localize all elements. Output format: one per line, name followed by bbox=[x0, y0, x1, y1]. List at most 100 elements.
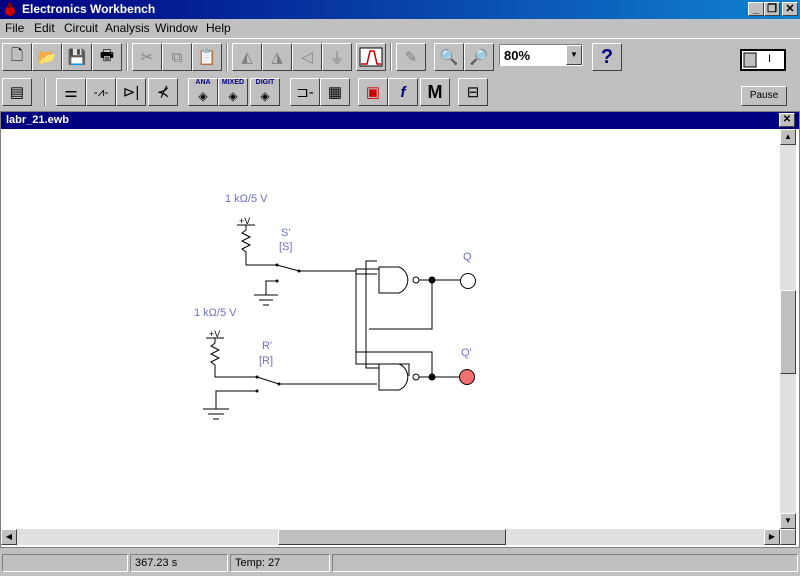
scroll-up-icon[interactable]: ▲ bbox=[780, 129, 796, 145]
top-pullup-resistor[interactable] bbox=[240, 225, 277, 266]
miscellaneous-bin-button[interactable]: M bbox=[420, 78, 450, 106]
flip-horizontal-button[interactable]: ◮ bbox=[262, 43, 292, 71]
scissors-icon: ✂ bbox=[140, 49, 154, 66]
top-source-label: 1 kΩ/5 V bbox=[225, 193, 268, 205]
switch-s[interactable] bbox=[275, 263, 301, 283]
digital-ics-bin-button[interactable]: DIGIT ◈ bbox=[250, 78, 280, 106]
switch-s-key: [S] bbox=[279, 241, 292, 253]
horizontal-scroll-thumb[interactable] bbox=[278, 529, 506, 545]
misc-icon: M bbox=[427, 81, 443, 102]
close-button[interactable]: ✕ bbox=[782, 2, 798, 16]
ground-icon: ⏚ bbox=[329, 49, 345, 67]
indicators-bin-button[interactable]: ▣ bbox=[358, 78, 388, 106]
print-button[interactable]: 🖶 bbox=[92, 43, 122, 71]
parts-bin-toolbar: ▤ ⚌ -⩘- ⊳| ⊀ ANA ◈ MIXED ◈ DIGIT ◈ ⊐- ▦ ▣ f… bbox=[0, 76, 800, 110]
scroll-right-icon[interactable]: ▶ bbox=[764, 529, 780, 545]
circuit-schematic: 1 kΩ/5 V +V S' [S] 1 kΩ/5 V +V R' [R] Q … bbox=[194, 193, 476, 420]
pause-button[interactable]: Pause bbox=[741, 86, 787, 106]
nand-gate-top[interactable] bbox=[378, 266, 462, 294]
circuit-window-title-bar: labr_21.ewb ✕ bbox=[1, 112, 799, 129]
app-logo-icon bbox=[3, 2, 18, 17]
menu-bar: File Edit Circuit Analysis Window Help bbox=[0, 19, 800, 38]
flip-vertical-icon: ◁ bbox=[301, 49, 313, 66]
zoom-value: 80% bbox=[504, 48, 531, 63]
and-gate-icon: ⊐- bbox=[296, 84, 314, 101]
help-button[interactable]: ? bbox=[592, 43, 622, 71]
analog-tag: ANA bbox=[195, 79, 211, 86]
circuit-window-close-button[interactable]: ✕ bbox=[779, 113, 795, 127]
new-file-button[interactable]: 🗋 bbox=[2, 43, 32, 71]
app-title-bar: Electronics Workbench _ ❐ ✕ bbox=[0, 0, 800, 19]
zoom-out-button[interactable]: 🔍 bbox=[434, 43, 464, 71]
open-file-button[interactable]: 📂 bbox=[32, 43, 62, 71]
graph-icon bbox=[359, 47, 383, 67]
main-toolbar: 🗋 📂 💾 🖶 ✂ ⧉ 📋 ◭ ◮ ◁ ⏚ ✎ 🔍 🔎 80% ▼ ? I bbox=[0, 38, 800, 77]
nand-gate-bottom[interactable] bbox=[378, 363, 461, 391]
transistors-bin-button[interactable]: ⊀ bbox=[148, 78, 178, 106]
flipflop-icon: ▦ bbox=[327, 84, 343, 101]
create-subcircuit-button[interactable] bbox=[356, 43, 386, 71]
function-icon: f bbox=[400, 83, 406, 101]
chevron-down-icon[interactable]: ▼ bbox=[566, 45, 582, 65]
menu-window[interactable]: Window bbox=[155, 21, 198, 35]
zoom-select[interactable]: 80% ▼ bbox=[499, 44, 583, 66]
restore-button[interactable]: ❐ bbox=[764, 2, 780, 16]
rotate-button[interactable]: ◭ bbox=[232, 43, 262, 71]
status-panel-time: 367.23 s bbox=[130, 554, 228, 572]
bottom-pullup-resistor[interactable] bbox=[209, 338, 257, 378]
power-switch[interactable]: I bbox=[740, 49, 786, 71]
output-qbar-label: Q' bbox=[461, 347, 472, 359]
new-file-icon: 🗋 bbox=[10, 46, 24, 64]
mixed-ics-bin-button[interactable]: MIXED ◈ bbox=[218, 78, 248, 106]
description-button[interactable]: ✎ bbox=[396, 43, 426, 71]
vertical-scroll-thumb[interactable] bbox=[780, 290, 796, 374]
digital-bin-button[interactable]: ▦ bbox=[320, 78, 350, 106]
circuit-canvas[interactable]: 1 kΩ/5 V +V S' [S] 1 kΩ/5 V +V R' [R] Q … bbox=[1, 129, 780, 529]
cut-button[interactable]: ✂ bbox=[132, 43, 162, 71]
scroll-left-icon[interactable]: ◀ bbox=[1, 529, 17, 545]
status-panel-message bbox=[2, 554, 128, 572]
floppy-disk-icon: 💾 bbox=[67, 49, 87, 66]
rotate-icon: ◭ bbox=[241, 49, 253, 66]
top-ground-wire bbox=[265, 280, 277, 295]
horizontal-scrollbar[interactable]: ◀ ▶ bbox=[1, 529, 780, 545]
mixed-ic-icon: ◈ bbox=[228, 89, 238, 103]
diodes-bin-button[interactable]: ⊳| bbox=[116, 78, 146, 106]
menu-file[interactable]: File bbox=[5, 21, 24, 35]
favorites-icon: ▤ bbox=[9, 84, 25, 101]
toolbar-separator bbox=[390, 43, 392, 71]
switch-r-key: [R] bbox=[259, 355, 273, 367]
flip-horizontal-icon: ◮ bbox=[271, 49, 283, 66]
bottom-ground-symbol bbox=[203, 408, 229, 420]
temperature: Temp: 27 bbox=[235, 557, 281, 569]
minimize-button[interactable]: _ bbox=[748, 2, 764, 16]
save-button[interactable]: 💾 bbox=[62, 43, 92, 71]
menu-help[interactable]: Help bbox=[206, 21, 231, 35]
simulation-time: 367.23 s bbox=[135, 557, 178, 569]
probe-qbar[interactable] bbox=[459, 369, 475, 385]
probe-q[interactable] bbox=[460, 273, 476, 289]
analog-ics-bin-button[interactable]: ANA ◈ bbox=[188, 78, 218, 106]
menu-edit[interactable]: Edit bbox=[34, 21, 55, 35]
favorites-bin-button[interactable]: ▤ bbox=[2, 78, 32, 106]
vertical-scrollbar[interactable]: ▲ ▼ bbox=[780, 129, 796, 529]
zoom-in-button[interactable]: 🔎 bbox=[464, 43, 494, 71]
basic-bin-button[interactable]: -⩘- bbox=[86, 78, 116, 106]
flip-vertical-button[interactable]: ◁ bbox=[292, 43, 322, 71]
component-properties-button[interactable]: ⏚ bbox=[322, 43, 352, 71]
scroll-down-icon[interactable]: ▼ bbox=[780, 513, 796, 529]
logic-gates-bin-button[interactable]: ⊐- bbox=[290, 78, 320, 106]
paste-button[interactable]: 📋 bbox=[192, 43, 222, 71]
switch-r[interactable] bbox=[255, 375, 281, 393]
toolbar-separator bbox=[44, 78, 46, 106]
copy-button[interactable]: ⧉ bbox=[162, 43, 192, 71]
menu-circuit[interactable]: Circuit bbox=[64, 21, 98, 35]
scroll-corner bbox=[780, 529, 796, 545]
bottom-source-label: 1 kΩ/5 V bbox=[194, 307, 237, 319]
menu-analysis[interactable]: Analysis bbox=[105, 21, 150, 35]
sources-bin-button[interactable]: ⚌ bbox=[56, 78, 86, 106]
status-panel-temp: Temp: 27 bbox=[230, 554, 330, 572]
instruments-bin-button[interactable]: ⊟ bbox=[458, 78, 488, 106]
toolbar-separator bbox=[126, 43, 128, 71]
controls-bin-button[interactable]: f bbox=[388, 78, 418, 106]
